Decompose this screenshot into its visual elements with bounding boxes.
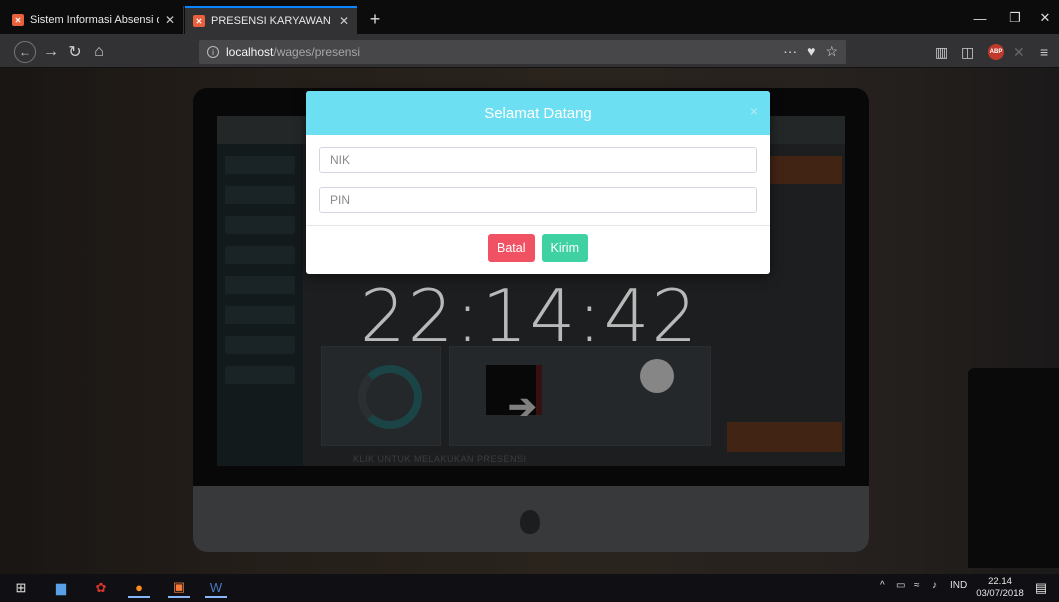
xampp-icon[interactable]: ▣ bbox=[168, 578, 190, 598]
volume-icon[interactable]: ♪ bbox=[932, 580, 937, 591]
notification-icon[interactable]: ▤ bbox=[1030, 578, 1052, 598]
close-icon[interactable]: × bbox=[750, 103, 758, 119]
minimize-button[interactable]: — bbox=[965, 6, 995, 30]
tab-label: PRESENSI KARYAWAN bbox=[211, 15, 331, 27]
extension-icon[interactable]: ✕ bbox=[1013, 41, 1025, 63]
taskbar-time: 22.14 bbox=[988, 576, 1012, 587]
tab-sistem-informasi[interactable]: ✕ Sistem Informasi Absensi dan P ✕ bbox=[4, 6, 184, 34]
reload-icon[interactable]: ↻ bbox=[64, 41, 86, 63]
tab-presensi-karyawan[interactable]: ✕ PRESENSI KARYAWAN ✕ bbox=[185, 6, 357, 34]
pin-input[interactable]: PIN bbox=[319, 187, 757, 213]
pin-placeholder: PIN bbox=[330, 193, 351, 207]
forward-icon[interactable]: → bbox=[40, 41, 62, 63]
xampp-icon: ✕ bbox=[12, 14, 24, 26]
taskbar-date: 03/07/2018 bbox=[976, 588, 1024, 599]
clock-display: 22:14:42 bbox=[359, 274, 700, 358]
close-tab-icon[interactable]: ✕ bbox=[339, 14, 349, 28]
modal-footer: Batal Kirim bbox=[306, 225, 770, 274]
language-indicator[interactable]: IND bbox=[950, 580, 967, 591]
windows-start-icon[interactable]: ⊞ bbox=[10, 578, 32, 598]
url-path: /wages/presensi bbox=[273, 45, 361, 59]
login-modal: Selamat Datang × NIK PIN Batal Kirim bbox=[306, 91, 770, 274]
taskbar-clock[interactable]: 22.14 03/07/2018 bbox=[974, 576, 1026, 600]
tab-label: Sistem Informasi Absensi dan P bbox=[30, 14, 159, 26]
menu-icon[interactable]: ≡ bbox=[1040, 41, 1048, 63]
cancel-button[interactable]: Batal bbox=[488, 234, 535, 262]
modal-title: Selamat Datang bbox=[484, 104, 592, 122]
show-hidden-icons-icon[interactable]: ^ bbox=[880, 580, 885, 591]
more-actions-icon[interactable]: ··· bbox=[783, 43, 797, 60]
new-tab-button[interactable]: + bbox=[361, 6, 389, 32]
nik-placeholder: NIK bbox=[330, 153, 351, 167]
library-icon[interactable]: ▥ bbox=[935, 41, 948, 63]
pocket-icon[interactable]: ♥ bbox=[807, 43, 815, 60]
sidebar-icon[interactable]: ◫ bbox=[961, 41, 974, 63]
modal-header: Selamat Datang × bbox=[306, 91, 770, 135]
home-icon[interactable]: ⌂ bbox=[88, 41, 110, 63]
submit-button[interactable]: Kirim bbox=[541, 234, 588, 262]
restore-button[interactable]: ❐ bbox=[1000, 6, 1030, 30]
browser-tab-bar: ✕ Sistem Informasi Absensi dan P ✕ ✕ PRE… bbox=[0, 0, 1059, 34]
back-icon[interactable]: ← bbox=[14, 41, 36, 63]
app-icon[interactable]: ✿ bbox=[90, 578, 112, 598]
network-icon[interactable]: ▭ bbox=[896, 580, 905, 591]
info-icon[interactable]: i bbox=[207, 46, 219, 58]
word-icon[interactable]: W bbox=[205, 578, 227, 598]
url-bar[interactable]: i localhost/wages/presensi ··· ♥ ☆ bbox=[199, 40, 846, 64]
firefox-icon[interactable]: ● bbox=[128, 578, 150, 598]
adblock-plus-icon[interactable]: ABP bbox=[988, 41, 1004, 63]
wifi-icon[interactable]: ≈ bbox=[914, 580, 920, 591]
nik-input[interactable]: NIK bbox=[319, 147, 757, 173]
close-tab-icon[interactable]: ✕ bbox=[165, 13, 175, 27]
windows-taskbar: ⊞ ▆ ✿ ● ▣ W ^ ▭ ≈ ♪ IND 22.14 03/07/2018… bbox=[0, 574, 1059, 602]
xampp-icon: ✕ bbox=[193, 15, 205, 27]
close-window-button[interactable]: ✕ bbox=[1030, 6, 1059, 30]
bookmark-star-icon[interactable]: ☆ bbox=[825, 43, 838, 60]
url-host: localhost bbox=[226, 45, 274, 59]
file-explorer-icon[interactable]: ▆ bbox=[50, 578, 72, 598]
browser-nav-bar: ← → ↻ ⌂ i localhost/wages/presensi ··· ♥… bbox=[0, 34, 1059, 68]
